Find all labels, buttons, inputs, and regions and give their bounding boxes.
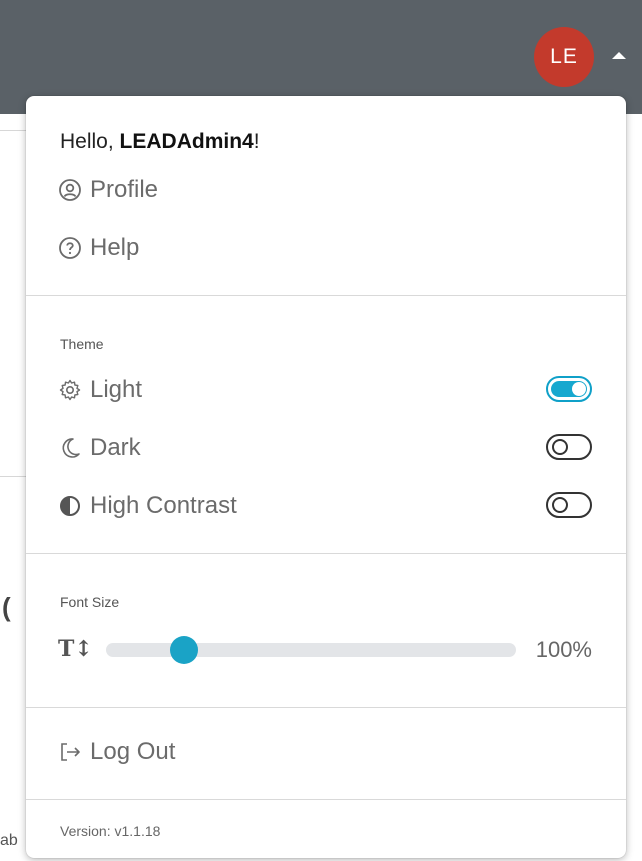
page: LE ( ab Hello, LEADAdmin4! Profile Help	[0, 0, 642, 861]
user-avatar[interactable]: LE	[534, 27, 594, 87]
divider	[26, 553, 626, 554]
theme-section-label: Theme	[60, 336, 104, 352]
theme-option-label: Light	[90, 376, 143, 403]
logout-menu-item[interactable]: Log Out	[58, 738, 175, 766]
theme-option-dark[interactable]: Dark	[58, 434, 141, 462]
profile-menu-item[interactable]: Profile	[58, 176, 158, 204]
help-icon	[59, 237, 81, 259]
toggle-knob	[552, 439, 568, 455]
theme-option-high-contrast[interactable]: High Contrast	[58, 492, 237, 520]
font-size-value: 100%	[535, 637, 592, 662]
help-menu-item[interactable]: Help	[58, 234, 139, 262]
background-text-fragment: ab	[0, 832, 18, 849]
contrast-icon	[60, 496, 80, 516]
username: LEADAdmin4	[119, 130, 254, 153]
theme-option-label: High Contrast	[90, 492, 237, 519]
gear-icon	[59, 379, 81, 401]
font-size-icon: T↕	[58, 636, 93, 662]
moon-icon	[62, 438, 80, 458]
greeting-suffix: !	[253, 130, 260, 153]
logout-icon	[61, 743, 80, 761]
divider	[26, 707, 626, 708]
font-size-section-label: Font Size	[60, 594, 120, 610]
menu-caret-up-icon[interactable]	[612, 52, 626, 59]
toggle-knob	[572, 382, 586, 396]
logout-label: Log Out	[90, 738, 176, 765]
high-contrast-theme-toggle[interactable]	[546, 492, 592, 518]
divider	[26, 295, 626, 296]
toggle-knob	[552, 497, 568, 513]
divider	[26, 799, 626, 800]
background-divider	[0, 476, 28, 477]
background-divider	[0, 130, 28, 131]
font-size-slider-track[interactable]	[106, 643, 516, 657]
help-label: Help	[90, 234, 140, 261]
greeting: Hello, LEADAdmin4!	[60, 130, 260, 154]
dark-theme-toggle[interactable]	[546, 434, 592, 460]
font-size-slider-thumb[interactable]	[169, 636, 198, 664]
theme-option-light[interactable]: Light	[58, 376, 142, 404]
light-theme-toggle[interactable]	[546, 376, 592, 402]
background-text-fragment: (	[2, 592, 11, 622]
profile-icon	[59, 179, 81, 201]
greeting-prefix: Hello,	[60, 130, 120, 153]
user-dropdown-menu: Hello, LEADAdmin4! Profile Help Theme Li…	[26, 96, 626, 858]
version-text: Version: v1.1.18	[60, 823, 161, 839]
profile-label: Profile	[90, 176, 159, 203]
theme-option-label: Dark	[90, 434, 141, 461]
